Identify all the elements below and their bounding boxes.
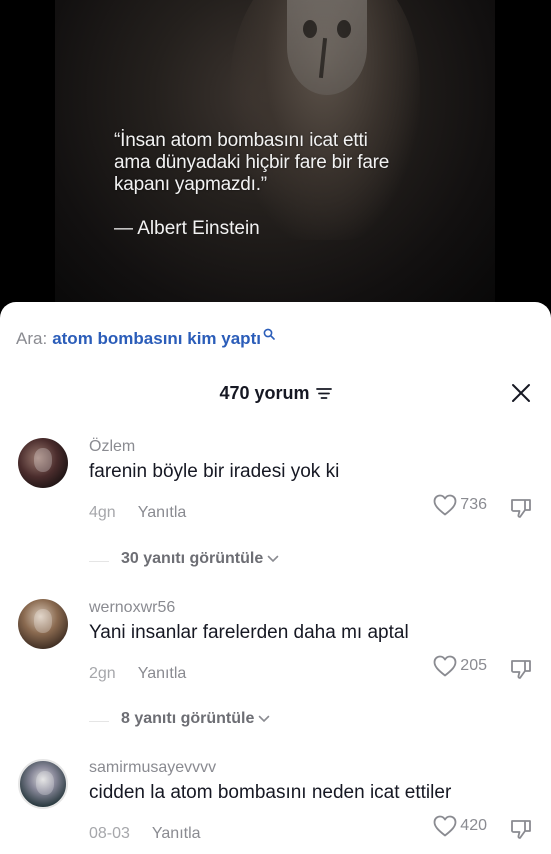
comment-username[interactable]: Özlem <box>89 438 135 456</box>
close-button[interactable] <box>509 381 533 405</box>
mask-eye-right <box>337 20 351 38</box>
sort-lines-icon[interactable] <box>315 386 332 400</box>
like-button[interactable]: 736 <box>433 494 487 516</box>
comment-sheet: Ara: atom bombasını kim yaptı 470 yorum … <box>0 302 551 854</box>
view-replies-row: 30 yanıtı görüntüle <box>0 550 551 572</box>
search-prefix: Ara: <box>16 329 48 348</box>
quote-author: — Albert Einstein <box>114 218 260 239</box>
mask-tear <box>318 37 328 79</box>
quote-line-1: “İnsan atom bombasını icat etti <box>114 130 368 151</box>
like-count: 420 <box>460 817 487 834</box>
comment-item: samirmusayevvvv cidden la atom bombasını… <box>0 759 551 854</box>
close-icon <box>512 384 530 402</box>
comment-time: 2gn <box>89 665 116 682</box>
view-replies-button[interactable]: 8 yanıtı görüntüle <box>121 710 270 728</box>
comment-time: 4gn <box>89 504 116 521</box>
reply-button[interactable]: Yanıtla <box>138 665 187 683</box>
avatar[interactable] <box>18 759 68 809</box>
heart-icon <box>433 494 457 516</box>
mask-eye-left <box>303 20 317 38</box>
comments-header: 470 yorum <box>0 381 551 405</box>
like-button[interactable]: 420 <box>433 815 487 837</box>
quote-line-2: ama dünyadaki hiçbir fare bir fare <box>114 152 390 173</box>
view-replies-label: 30 yanıtı görüntüle <box>121 550 264 567</box>
comment-item: wernoxwr56 Yani insanlar farelerden daha… <box>0 599 551 699</box>
video-quote: “İnsan atom bombasını icat etti ama düny… <box>114 130 454 196</box>
thumbs-down-icon <box>511 499 531 518</box>
avatar[interactable] <box>18 599 68 649</box>
comment-count: 470 yorum <box>219 382 310 403</box>
dislike-button[interactable] <box>509 657 533 686</box>
comment-username[interactable]: samirmusayevvvv <box>89 759 216 777</box>
thumbs-down-icon <box>511 660 531 679</box>
heart-icon <box>433 815 457 837</box>
comment-time: 08-03 <box>89 825 130 842</box>
dislike-button[interactable] <box>509 817 533 846</box>
reply-button[interactable]: Yanıtla <box>152 825 201 843</box>
view-replies-label: 8 yanıtı görüntüle <box>121 710 255 727</box>
view-replies-button[interactable]: 30 yanıtı görüntüle <box>121 550 279 568</box>
avatar-face <box>34 609 52 633</box>
divider <box>89 561 109 562</box>
comment-text: Yani insanlar farelerden daha mı aptal <box>89 622 409 643</box>
comment-meta: 4gn Yanıtla <box>89 504 186 522</box>
comment-username[interactable]: wernoxwr56 <box>89 599 175 617</box>
comment-text: farenin böyle bir iradesi yok ki <box>89 461 340 482</box>
comment-meta: 08-03 Yanıtla <box>89 825 201 843</box>
search-term-link[interactable]: atom bombasını kim yaptı <box>52 329 261 349</box>
divider <box>89 721 109 722</box>
avatar[interactable] <box>18 438 68 488</box>
avatar-face <box>34 448 52 472</box>
search-suggestion[interactable]: Ara: atom bombasını kim yaptı <box>16 328 275 349</box>
thumbs-down-icon <box>511 820 531 839</box>
search-icon <box>263 325 275 345</box>
like-count: 736 <box>460 496 487 513</box>
like-count: 205 <box>460 657 487 674</box>
comment-meta: 2gn Yanıtla <box>89 665 186 683</box>
dislike-button[interactable] <box>509 496 533 525</box>
comment-text: cidden la atom bombasını neden icat etti… <box>89 782 452 803</box>
like-button[interactable]: 205 <box>433 655 487 677</box>
mask-image <box>287 0 367 95</box>
view-replies-row: 8 yanıtı görüntüle <box>0 710 551 732</box>
avatar-face <box>36 771 54 795</box>
comment-item: Özlem farenin böyle bir iradesi yok ki 4… <box>0 438 551 538</box>
chevron-down-icon <box>259 715 270 723</box>
heart-icon <box>433 655 457 677</box>
quote-line-3: kapanı yapmazdı.” <box>114 174 267 195</box>
reply-button[interactable]: Yanıtla <box>138 504 187 522</box>
video-player[interactable]: “İnsan atom bombasını icat etti ama düny… <box>0 0 551 320</box>
chevron-down-icon <box>267 555 279 563</box>
